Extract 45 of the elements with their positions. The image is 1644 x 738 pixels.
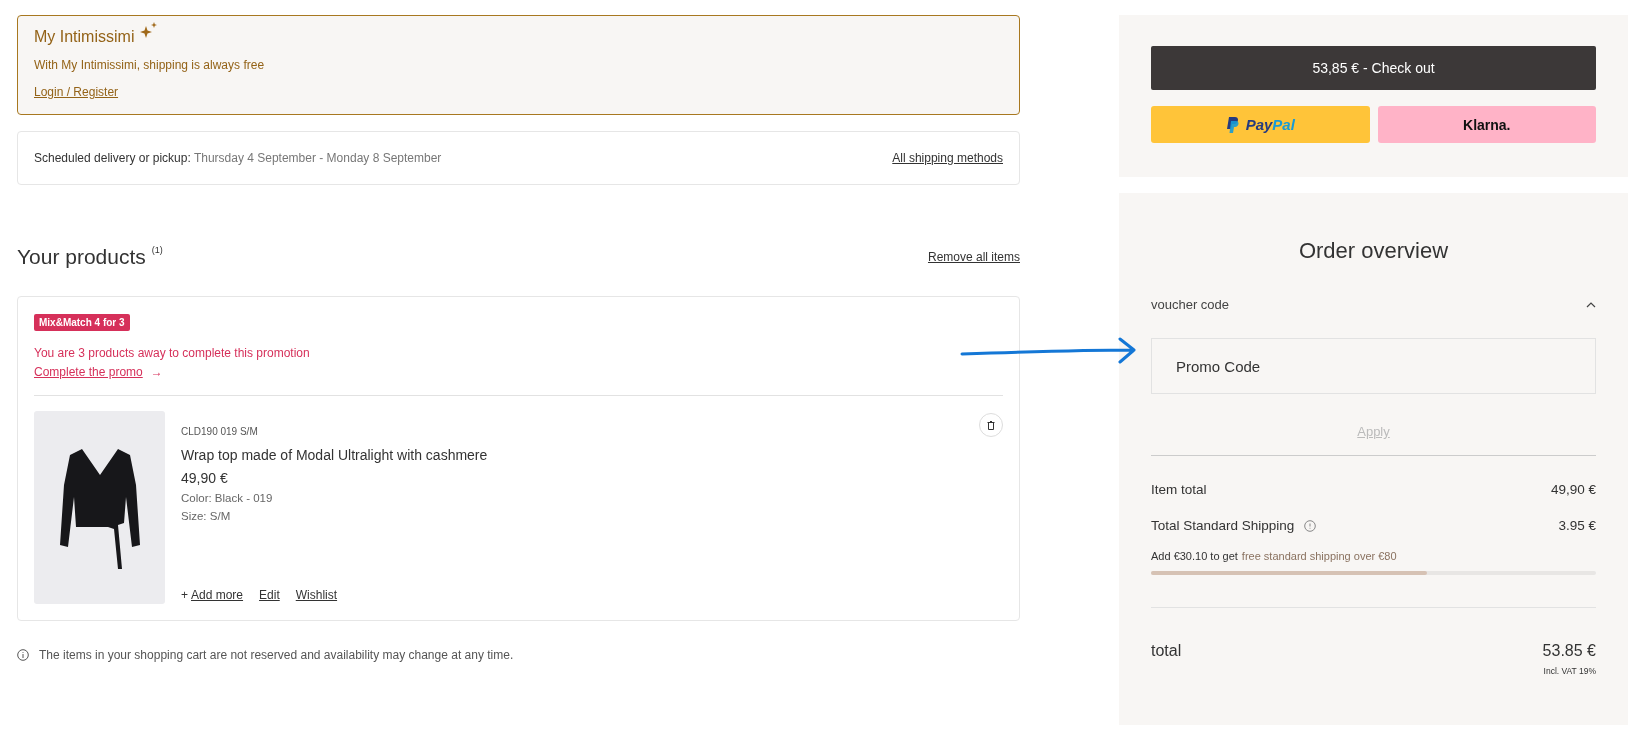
remove-all-link[interactable]: Remove all items	[927, 250, 1020, 264]
free-shipping-text: free standard shipping over €80	[1241, 550, 1397, 562]
add-more-link[interactable]: Add more	[191, 588, 244, 602]
summary-value: 49,90 €	[1550, 482, 1596, 497]
delivery-dates: Thursday 4 September - Monday 8 September	[193, 151, 442, 165]
loyalty-text: With My Intimissimi, shipping is always free	[34, 58, 266, 72]
shipping-methods-link[interactable]: All shipping methods	[892, 151, 1003, 165]
product-price: 49,90 €	[181, 470, 229, 486]
delivery-label: Scheduled delivery or pickup:	[34, 151, 191, 165]
info-icon[interactable]	[1304, 519, 1317, 532]
paypal-button[interactable]: PayPal	[1151, 106, 1370, 143]
product-color: Color: Black - 019	[181, 492, 274, 504]
action-link[interactable]: Edit	[259, 588, 280, 602]
trash-icon	[987, 420, 995, 430]
product-name: Wrap top made of Modal Ultralight with cashmere	[181, 447, 489, 463]
checkout-button[interactable]: 53,85 € - Check out	[1151, 46, 1596, 90]
products-count: (1)	[151, 245, 163, 255]
arrow-icon: →	[150, 365, 163, 379]
klarna-button[interactable]: Klarna.	[1377, 106, 1596, 143]
paypal-logo-icon	[1225, 116, 1240, 133]
sparkle-icon	[140, 22, 159, 38]
complete-promo-link[interactable]: Complete the promo	[34, 365, 143, 379]
promo-code-field[interactable]: Promo Code	[1151, 338, 1596, 394]
summary-label: Total Standard Shipping	[1151, 518, 1295, 533]
plus-sign: +	[181, 588, 188, 602]
products-title: Your products	[17, 245, 146, 269]
loyalty-title: My Intimissimi	[34, 28, 135, 46]
delete-button[interactable]	[979, 413, 1003, 437]
vat-note: Incl. VAT 19%	[1542, 666, 1596, 676]
promotion-message: You are 3 products away to complete this promotion	[34, 346, 311, 360]
summary-value: 3.95 €	[1558, 518, 1596, 533]
login-register-link[interactable]: Login / Register	[34, 85, 119, 99]
cart-notice: The items in your shopping cart are not reserved and availability may change at any time.	[39, 648, 514, 662]
action-link[interactable]: Wishlist	[295, 588, 338, 602]
voucher-code-toggle[interactable]: voucher code	[1151, 297, 1596, 312]
product-size: Size: S/M	[181, 510, 232, 522]
chevron-up-icon	[1586, 301, 1596, 308]
info-icon	[17, 649, 29, 661]
summary-label: Item total	[1151, 482, 1207, 497]
order-overview-title: Order overview	[1297, 238, 1450, 264]
total-value: 53.85 €	[1542, 642, 1596, 660]
shipping-note: Add €30.10 to get	[1151, 550, 1238, 562]
total-label: total	[1151, 642, 1182, 660]
product-code: CLD190 019 S/M	[181, 426, 259, 437]
promotion-badge: Mix&Match 4 for 3	[34, 314, 130, 331]
